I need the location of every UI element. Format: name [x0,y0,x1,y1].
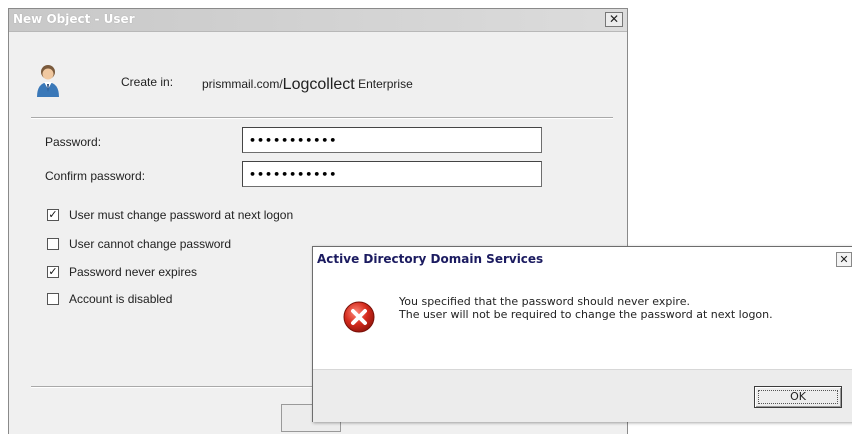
create-in-row: Create in: prismmail.com/Logcollect Ente… [35,63,595,103]
alert-footer: OK [313,369,852,422]
main-titlebar[interactable]: New Object - User ✕ [9,9,627,32]
alert-close-button[interactable]: ✕ [836,252,852,267]
focus-rectangle [758,390,838,404]
password-field[interactable]: ••••••••••• [242,127,542,153]
screenshot-root: New Object - User ✕ Create in: prismmail… [0,0,852,434]
user-icon [37,65,59,97]
main-window-title: New Object - User [13,12,135,26]
alert-body: You specified that the password should n… [313,273,852,369]
create-in-label: Create in: [121,75,174,89]
footer-separator [31,386,321,388]
alert-message-line-1: You specified that the password should n… [399,295,690,308]
ad-domain-services-alert: Active Directory Domain Services ✕ You s… [312,246,852,422]
error-icon [343,301,375,333]
main-close-button[interactable]: ✕ [605,12,623,27]
checkbox-label: User must change password at next logon [69,208,294,222]
alert-message: You specified that the password should n… [399,295,829,321]
alert-titlebar[interactable]: Active Directory Domain Services ✕ [313,247,852,273]
create-in-path: prismmail.com/Logcollect Enterprise [202,75,413,93]
alert-message-line-2: The user will not be required to change … [399,308,773,321]
checkbox-label: Password never expires [69,265,198,279]
close-icon: ✕ [839,253,849,266]
password-label: Password: [45,135,102,149]
create-in-path-prefix: prismmail.com/ [202,77,283,91]
checkbox-icon[interactable] [47,293,59,305]
close-icon: ✕ [608,12,620,26]
alert-title: Active Directory Domain Services [317,252,544,266]
checkbox-icon[interactable]: ✓ [47,266,59,278]
ok-button[interactable]: OK [754,386,842,408]
confirm-password-label: Confirm password: [45,169,146,183]
create-in-path-emphasis: Logcollect [282,76,355,93]
header-separator [31,117,613,119]
checkbox-label: User cannot change password [69,237,232,251]
checkbox-label: Account is disabled [69,292,173,306]
checkbox-icon[interactable] [47,238,59,250]
checkbox-icon[interactable]: ✓ [47,209,59,221]
confirm-password-field[interactable]: ••••••••••• [242,161,542,187]
create-in-path-suffix: Enterprise [358,77,413,91]
